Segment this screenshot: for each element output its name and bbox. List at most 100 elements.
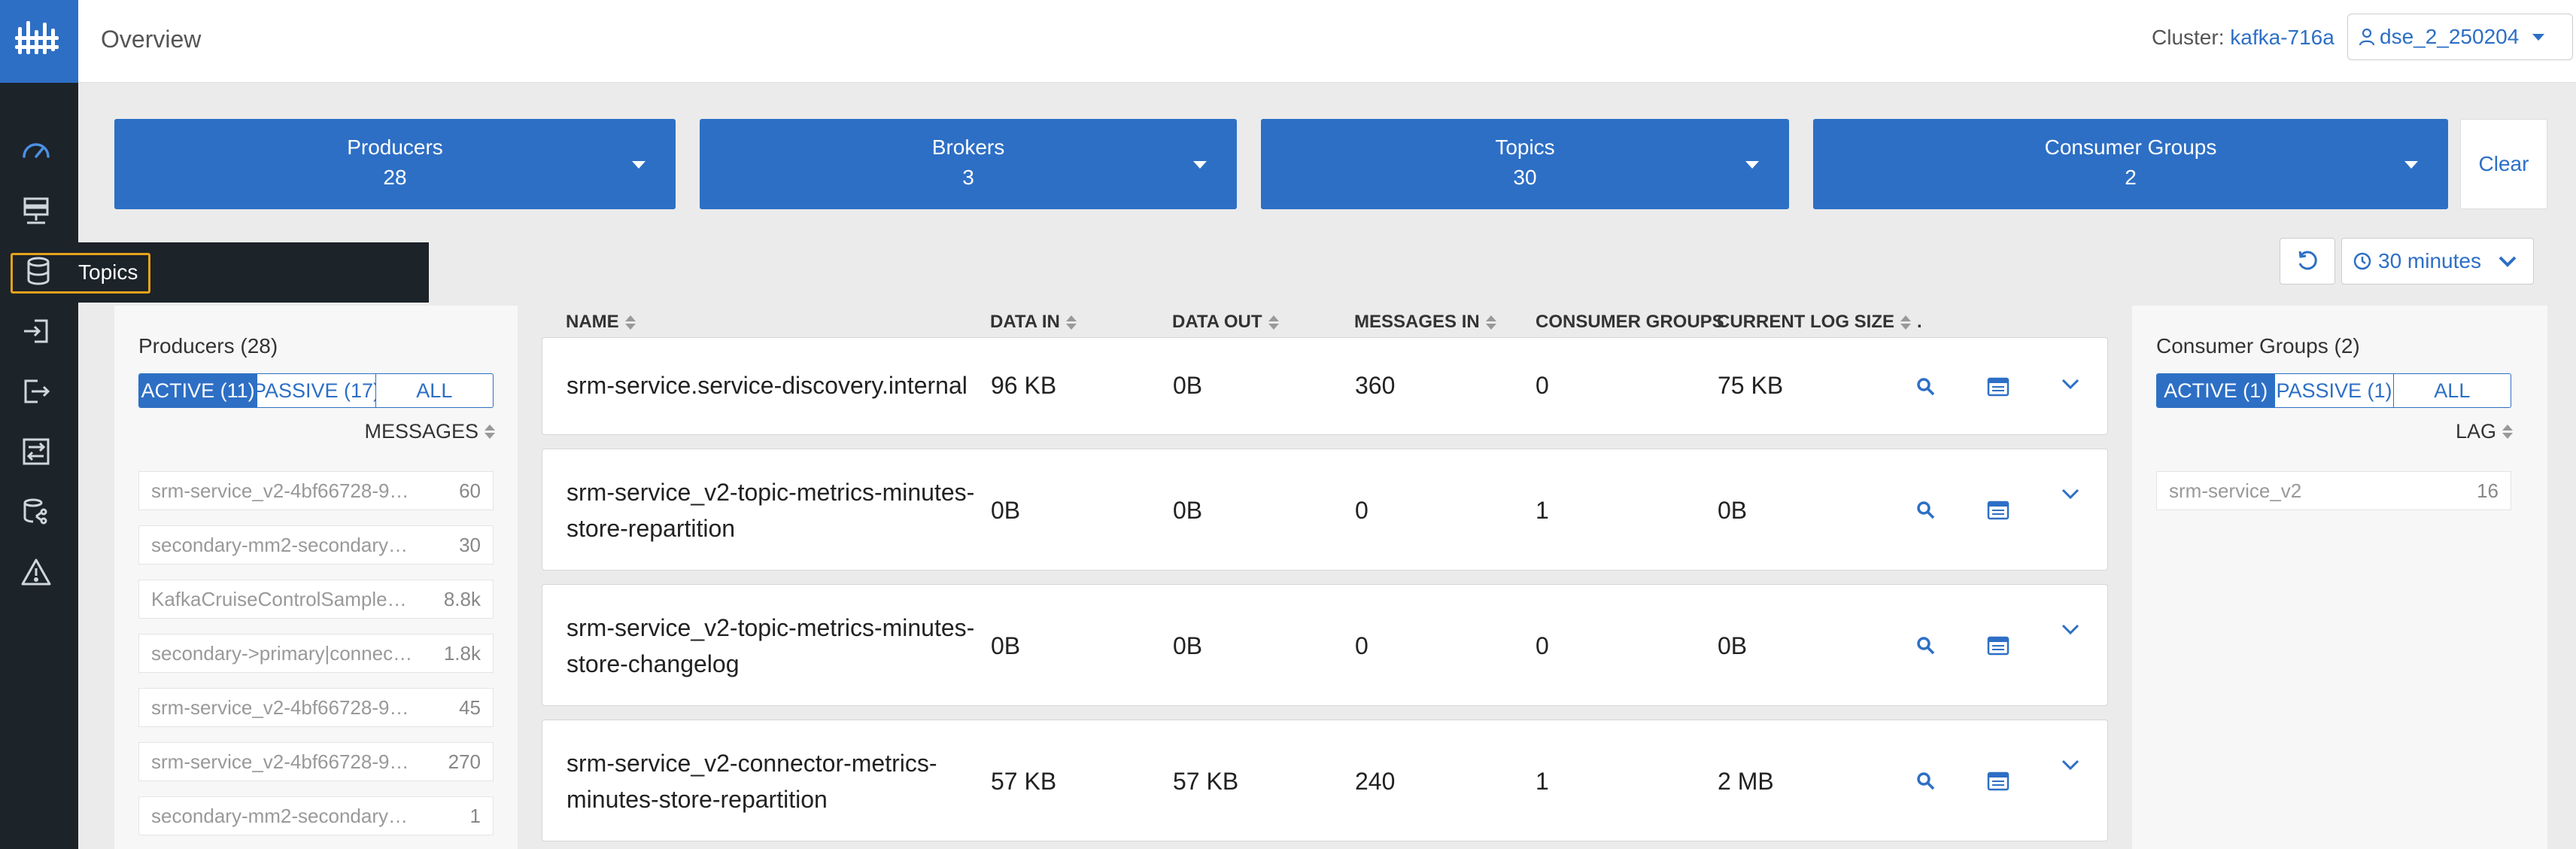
list-item[interactable]: srm-service_v2 16 [2156,471,2511,510]
filter-count: 2 [2125,166,2137,189]
tab-active[interactable]: ACTIVE (1) [2157,374,2276,407]
chevron-down-icon [1193,161,1207,169]
data-out: 57 KB [1173,768,1239,795]
producer-name: srm-service_v2-4bf66728-9… [151,479,409,502]
filter-topics[interactable]: Topics 30 [1261,119,1789,209]
cluster-link[interactable]: kafka-716a [2230,26,2334,49]
topics-icon [20,253,56,289]
data-explorer-icon[interactable] [18,494,54,530]
consumer-group-lag: 16 [2477,479,2499,502]
filter-consumer-groups[interactable]: Consumer Groups 2 [1813,119,2448,209]
list-item[interactable]: srm-service_v2-4bf66728-9… 60 [138,471,494,510]
topic-name: srm-service.service-discovery.internal [567,367,968,403]
messages-in: 0 [1355,632,1368,659]
topic-name-line: store-changelog [567,650,740,677]
producers-icon[interactable] [18,313,54,349]
list-item[interactable]: secondary->primary|connec… 1.8k [138,634,494,673]
tab-all[interactable]: ALL [376,374,493,407]
alerts-icon[interactable] [18,554,54,590]
search-icon[interactable] [1913,374,1939,400]
log-size: 2 MB [1718,768,1774,795]
clear-button[interactable]: Clear [2460,119,2547,209]
column-header-name[interactable]: NAME [566,307,636,337]
list-item[interactable]: secondary-mm2-secondary… 30 [138,525,494,564]
topic-name-line: store-repartition [567,515,736,542]
cluster-info: Cluster: kafka-716a [2152,26,2334,50]
producers-panel: Producers (28) ACTIVE (11) PASSIVE (17) … [114,306,518,849]
user-name: dse_2_250204 [2380,25,2520,48]
tab-active[interactable]: ACTIVE (11) [139,374,258,407]
filter-count: 3 [962,166,974,189]
sort-lag[interactable]: LAG [2456,420,2513,443]
column-label: NAME [566,312,619,332]
consumer-groups: 0 [1536,632,1549,659]
consumers-icon[interactable] [18,373,54,409]
list-item[interactable]: KafkaCruiseControlSample… 8.8k [138,580,494,619]
tab-all[interactable]: ALL [2394,374,2511,407]
consumer-groups-panel-title: Consumer Groups (2) [2156,334,2360,358]
producer-name: srm-service_v2-4bf66728-9… [151,750,409,773]
chevron-down-icon [2404,161,2418,169]
clock-icon [2353,252,2371,270]
filter-label: Topics [1495,135,1555,159]
log-size: 0B [1718,497,1748,524]
dashboard-icon[interactable] [18,132,54,169]
search-icon[interactable] [1913,633,1939,659]
consumer-groups-filter-tabs: ACTIVE (1) PASSIVE (1) ALL [2156,373,2511,408]
cluster-label: Cluster: [2152,26,2225,49]
table-row[interactable]: srm-service_v2-topic-metrics-minutes-sto… [542,449,2108,571]
flyout-label[interactable]: Topics [78,257,138,288]
table-row[interactable]: srm-service_v2-connector-metrics-minutes… [542,720,2108,841]
consumer-groups: 0 [1536,372,1549,399]
list-item[interactable]: srm-service_v2-4bf66728-9… 45 [138,688,494,727]
column-header-data-in[interactable]: DATA IN [990,307,1077,337]
data-explorer-icon[interactable] [1985,374,2011,400]
topic-name: srm-service_v2-topic-metrics-minutes-sto… [567,610,974,682]
topic-name: srm-service_v2-connector-metrics-minutes… [567,745,937,817]
messages-in: 0 [1355,497,1368,524]
column-header-messages-in[interactable]: MESSAGES IN [1354,307,1496,337]
filter-label: Consumer Groups [2044,135,2217,159]
column-header-data-out[interactable]: DATA OUT [1172,307,1279,337]
filter-count: 30 [1513,166,1537,189]
table-row[interactable]: srm-service.service-discovery.internal 9… [542,337,2108,435]
tab-passive[interactable]: PASSIVE (1) [2275,374,2394,407]
user-menu-button[interactable]: dse_2_250204 [2347,14,2573,60]
producers-filter-tabs: ACTIVE (11) PASSIVE (17) ALL [138,373,494,408]
sort-icon [2502,424,2513,439]
time-range-dropdown[interactable]: 30 minutes [2341,238,2534,285]
chevron-down-icon[interactable] [2058,616,2083,642]
column-header-log-size[interactable]: CURRENT LOG SIZE. [1717,307,1922,337]
consumer-groups: 1 [1536,497,1549,524]
tab-passive[interactable]: PASSIVE (17) [257,374,376,407]
sort-messages[interactable]: MESSAGES [364,420,495,443]
topic-name-line: srm-service_v2-topic-metrics-minutes- [567,614,975,641]
filter-brokers[interactable]: Brokers 3 [700,119,1237,209]
filter-count: 28 [383,166,407,189]
search-icon[interactable] [1913,768,1939,794]
producer-name: KafkaCruiseControlSample… [151,587,407,610]
messages-in: 240 [1355,768,1396,795]
table-row[interactable]: srm-service_v2-topic-metrics-minutes-sto… [542,584,2108,706]
topic-name-line: srm-service.service-discovery.internal [567,372,968,399]
sort-icon [624,315,636,330]
time-range-label: 30 minutes [2378,249,2481,272]
column-label: MESSAGES IN [1354,312,1480,332]
data-explorer-icon[interactable] [1985,498,2011,523]
refresh-button[interactable] [2280,238,2335,285]
consumer-groups: 1 [1536,768,1549,795]
list-item[interactable]: secondary-mm2-secondary… 1 [138,796,494,835]
data-explorer-icon[interactable] [1985,768,2011,794]
consumer-group-name: srm-service_v2 [2169,479,2302,502]
app-logo[interactable] [0,0,78,83]
replication-icon[interactable] [18,434,54,470]
column-header-consumer-groups: CONSUMER GROUPS [1536,307,1724,337]
filter-producers[interactable]: Producers 28 [114,119,676,209]
chevron-down-icon[interactable] [2058,752,2083,777]
brokers-icon[interactable] [18,193,54,229]
list-item[interactable]: srm-service_v2-4bf66728-9… 270 [138,742,494,781]
chevron-down-icon[interactable] [2058,371,2083,397]
search-icon[interactable] [1913,498,1939,523]
chevron-down-icon[interactable] [2058,481,2083,507]
data-explorer-icon[interactable] [1985,633,2011,659]
